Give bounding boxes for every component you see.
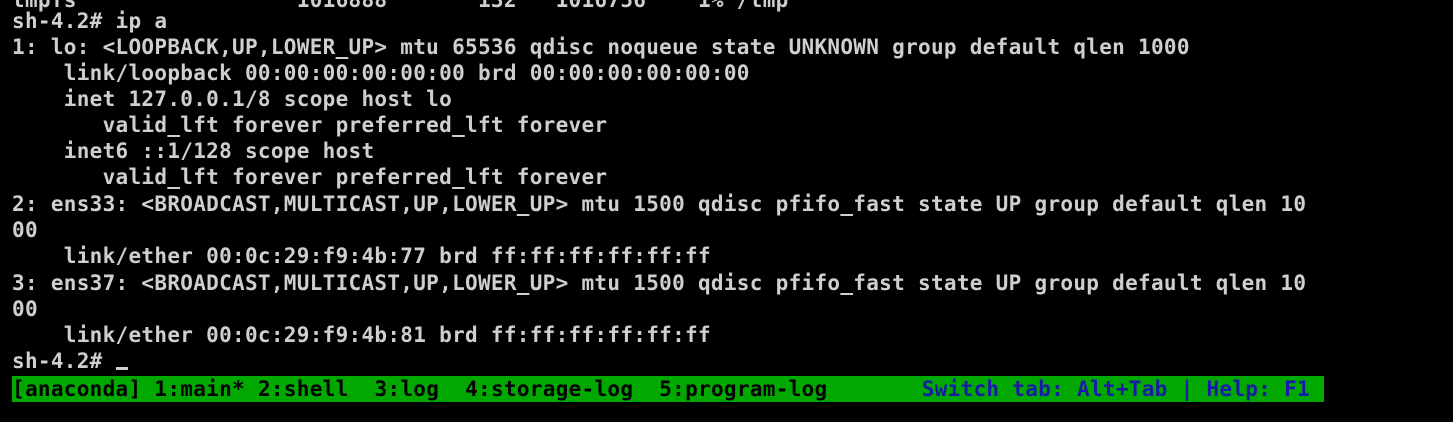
shell-prompt: sh-4.2# [12,349,116,373]
terminal-line: valid_lft forever preferred_lft forever [12,165,608,189]
terminal-line: 3: ens37: <BROADCAST,MULTICAST,UP,LOWER_… [12,271,1307,295]
status-tabs: [anaconda] 1:main* 2:shell 3:log 4:stora… [12,376,827,402]
terminal-line: 2: ens33: <BROADCAST,MULTICAST,UP,LOWER_… [12,192,1307,216]
tab-storage-log[interactable]: 4:storage-log [465,377,633,401]
text-cursor [115,367,128,370]
terminal-line: sh-4.2# ip a [12,9,168,33]
terminal-line: inet 127.0.0.1/8 scope host lo [12,87,453,111]
tab-main[interactable]: 1:main* [154,377,245,401]
status-help-hint: Switch tab: Alt+Tab | Help: F1 [921,377,1310,401]
terminal-line: 00 [12,297,38,321]
session-name: [anaconda] [12,377,142,401]
tab-program-log[interactable]: 5:program-log [659,377,827,401]
terminal-line: inet6 ::1/128 scope host [12,139,375,163]
terminal-screen[interactable]: tmpfs 1016888 132 1016756 1% /tmp sh-4.2… [0,0,1453,422]
terminal-line: link/ether 00:0c:29:f9:4b:77 brd ff:ff:f… [12,244,711,268]
terminal-prompt-line[interactable]: sh-4.2# [12,348,128,374]
tab-log[interactable]: 3:log [374,377,439,401]
tmux-status-bar: [anaconda] 1:main* 2:shell 3:log 4:stora… [12,376,1324,402]
terminal-line: valid_lft forever preferred_lft forever [12,113,608,137]
terminal-line: link/ether 00:0c:29:f9:4b:81 brd ff:ff:f… [12,323,711,347]
terminal-line: 1: lo: <LOOPBACK,UP,LOWER_UP> mtu 65536 … [12,35,1190,59]
tab-shell[interactable]: 2:shell [258,377,349,401]
terminal-line: link/loopback 00:00:00:00:00:00 brd 00:0… [12,61,750,85]
terminal-line: 00 [12,218,38,242]
